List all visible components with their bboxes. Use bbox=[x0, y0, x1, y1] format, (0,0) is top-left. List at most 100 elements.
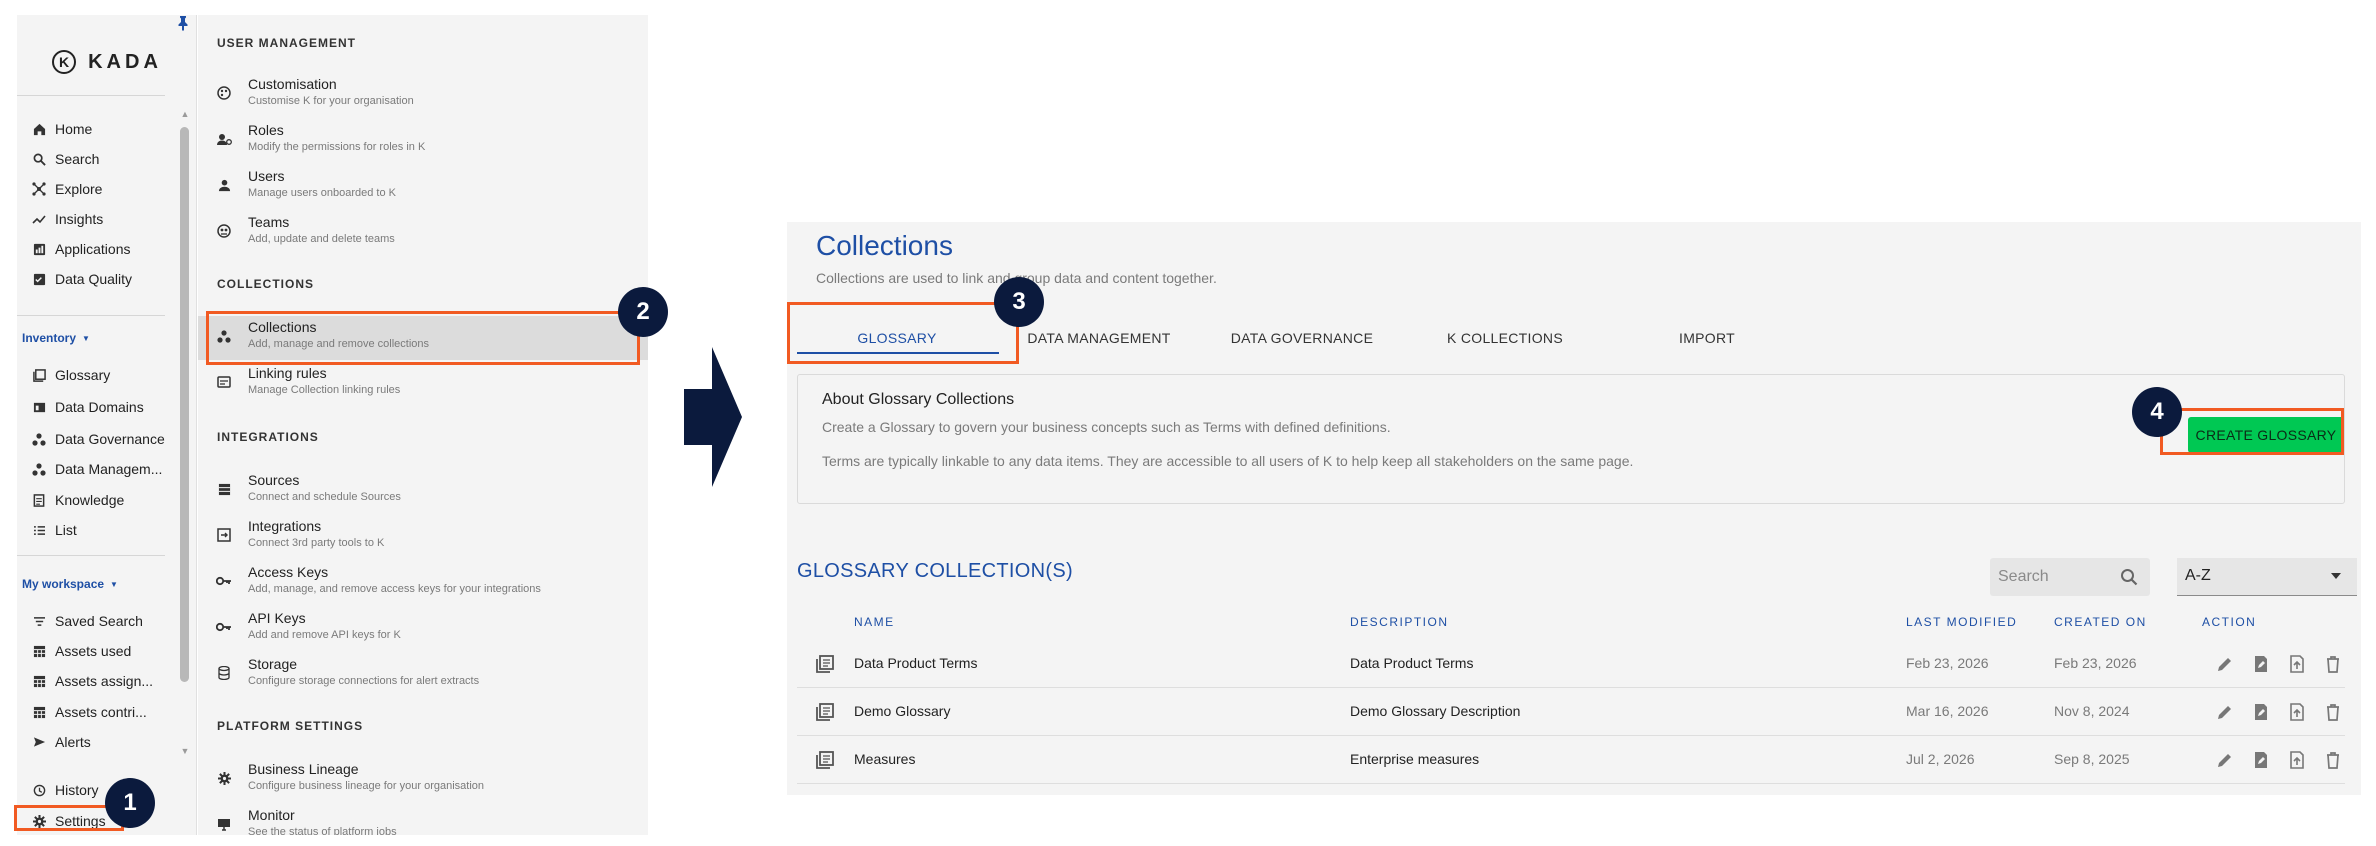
settings-item-linking-rules[interactable]: Linking rules Manage Collection linking … bbox=[198, 362, 648, 406]
nav-label: List bbox=[55, 522, 77, 538]
nav-item-explore[interactable]: Explore bbox=[31, 177, 102, 201]
delete-icon[interactable] bbox=[2323, 702, 2343, 722]
column-header-last-modified[interactable]: LAST MODIFIED bbox=[1906, 615, 2017, 629]
settings-item-subtitle: Connect and schedule Sources bbox=[248, 491, 401, 503]
nav-item-assets-used[interactable]: Assets used bbox=[31, 639, 131, 663]
settings-item-monitor[interactable]: Monitor See the status of platform jobs bbox=[198, 804, 648, 835]
delete-icon[interactable] bbox=[2323, 750, 2343, 770]
main-nav: K KADA Home Search Explore Insights Appl… bbox=[17, 15, 197, 835]
row-created-on: Feb 23, 2026 bbox=[2054, 655, 2137, 671]
nav-item-home[interactable]: Home bbox=[31, 117, 92, 141]
highlight-glossary-tab bbox=[787, 302, 1019, 364]
nav-group-my-workspace[interactable]: My workspace ▼ bbox=[22, 577, 118, 591]
nav-item-alerts[interactable]: Alerts bbox=[31, 730, 91, 754]
nav-item-data-domains[interactable]: Data Domains bbox=[31, 395, 144, 419]
alerts-icon bbox=[31, 734, 47, 750]
nav-item-glossary[interactable]: Glossary bbox=[31, 363, 110, 387]
tab-data-governance[interactable]: DATA GOVERNANCE bbox=[1202, 318, 1402, 358]
kada-logo[interactable]: K KADA bbox=[17, 37, 197, 87]
edit-icon[interactable] bbox=[2215, 702, 2235, 722]
upload-file-icon[interactable] bbox=[2287, 702, 2307, 722]
caret-down-icon: ▼ bbox=[82, 333, 90, 343]
nav-item-knowledge[interactable]: Knowledge bbox=[31, 488, 124, 512]
column-header-action: ACTION bbox=[2202, 615, 2257, 629]
nav-item-list[interactable]: List bbox=[31, 518, 77, 542]
glossary-icon bbox=[816, 655, 834, 673]
settings-item-title: Sources bbox=[248, 472, 300, 488]
nav-item-search[interactable]: Search bbox=[31, 147, 99, 171]
table-row[interactable]: Data Product Terms Data Product Terms Fe… bbox=[797, 640, 2345, 688]
history-icon bbox=[31, 782, 47, 798]
settings-item-title: Roles bbox=[248, 122, 284, 138]
row-name: Demo Glossary bbox=[854, 703, 951, 719]
upload-file-icon[interactable] bbox=[2287, 750, 2307, 770]
assets-used-icon bbox=[31, 643, 47, 659]
tab-k-collections[interactable]: K COLLECTIONS bbox=[1405, 318, 1605, 358]
sort-select[interactable]: A-Z bbox=[2177, 558, 2357, 596]
tab-import[interactable]: IMPORT bbox=[1607, 318, 1807, 358]
row-name: Measures bbox=[854, 751, 916, 767]
edit-document-icon[interactable] bbox=[2251, 702, 2271, 722]
edit-document-icon[interactable] bbox=[2251, 750, 2271, 770]
column-header-created-on[interactable]: CREATED ON bbox=[2054, 615, 2147, 629]
glossary-icon bbox=[31, 367, 47, 383]
database-icon bbox=[216, 665, 232, 681]
search-icon[interactable] bbox=[2120, 568, 2138, 586]
edit-icon[interactable] bbox=[2215, 654, 2235, 674]
settings-item-users[interactable]: Users Manage users onboarded to K bbox=[198, 165, 648, 209]
row-last-modified: Mar 16, 2026 bbox=[1906, 703, 1989, 719]
nav-label: Data Domains bbox=[55, 399, 144, 415]
nav-divider bbox=[17, 95, 165, 96]
gear-icon bbox=[216, 770, 232, 786]
list-icon bbox=[31, 522, 47, 538]
table-row[interactable]: Measures Enterprise measures Jul 2, 2026… bbox=[797, 736, 2345, 784]
scroll-up-arrow[interactable]: ▲ bbox=[179, 109, 191, 119]
nav-label: Home bbox=[55, 121, 93, 137]
table-row[interactable]: Demo Glossary Demo Glossary Description … bbox=[797, 688, 2345, 736]
column-header-description[interactable]: DESCRIPTION bbox=[1350, 615, 1449, 629]
upload-file-icon[interactable] bbox=[2287, 654, 2307, 674]
pin-icon[interactable] bbox=[177, 15, 189, 31]
nav-label: Search bbox=[55, 151, 100, 167]
nav-item-history[interactable]: History bbox=[31, 778, 99, 802]
nav-item-data-quality[interactable]: Data Quality bbox=[31, 267, 132, 291]
settings-item-subtitle: Add and remove API keys for K bbox=[248, 629, 401, 641]
settings-item-subtitle: Connect 3rd party tools to K bbox=[248, 537, 385, 549]
settings-item-title: Monitor bbox=[248, 807, 295, 823]
nav-item-data-management[interactable]: Data Managem... bbox=[31, 457, 162, 481]
nav-label: Glossary bbox=[55, 367, 111, 383]
nav-item-data-governance[interactable]: Data Governance bbox=[31, 427, 165, 451]
edit-document-icon[interactable] bbox=[2251, 654, 2271, 674]
section-heading: COLLECTIONS bbox=[217, 277, 314, 291]
nav-item-applications[interactable]: Applications bbox=[31, 237, 131, 261]
settings-item-business-lineage[interactable]: Business Lineage Configure business line… bbox=[198, 758, 648, 802]
nav-item-saved-search[interactable]: Saved Search bbox=[31, 609, 143, 633]
nav-group-inventory[interactable]: Inventory ▼ bbox=[22, 331, 90, 345]
settings-item-sources[interactable]: Sources Connect and schedule Sources bbox=[198, 469, 648, 513]
settings-item-access-keys[interactable]: Access Keys Add, manage, and remove acce… bbox=[198, 561, 648, 605]
settings-item-integrations[interactable]: Integrations Connect 3rd party tools to … bbox=[198, 515, 648, 559]
section-heading: USER MANAGEMENT bbox=[217, 36, 357, 50]
settings-item-customisation[interactable]: Customisation Customise K for your organ… bbox=[198, 73, 648, 117]
settings-item-api-keys[interactable]: API Keys Add and remove API keys for K bbox=[198, 607, 648, 651]
flow-arrow-icon bbox=[684, 347, 742, 487]
settings-item-storage[interactable]: Storage Configure storage connections fo… bbox=[198, 653, 648, 697]
delete-icon[interactable] bbox=[2323, 654, 2343, 674]
nav-label: Assets used bbox=[55, 643, 132, 659]
scroll-down-arrow[interactable]: ▼ bbox=[179, 746, 191, 756]
row-created-on: Nov 8, 2024 bbox=[2054, 703, 2130, 719]
nav-label: Data Governance bbox=[55, 431, 165, 447]
data-quality-icon bbox=[31, 271, 47, 287]
edit-icon[interactable] bbox=[2215, 750, 2235, 770]
nav-label: Saved Search bbox=[55, 613, 143, 629]
nav-item-assets-assigned[interactable]: Assets assign... bbox=[31, 669, 153, 693]
settings-item-roles[interactable]: Roles Modify the permissions for roles i… bbox=[198, 119, 648, 163]
integrations-icon bbox=[216, 527, 232, 543]
settings-item-teams[interactable]: Teams Add, update and delete teams bbox=[198, 211, 648, 255]
column-header-name[interactable]: NAME bbox=[854, 615, 895, 629]
nav-item-insights[interactable]: Insights bbox=[31, 207, 103, 231]
settings-item-subtitle: See the status of platform jobs bbox=[248, 826, 397, 835]
nav-item-assets-contributed[interactable]: Assets contri... bbox=[31, 700, 147, 724]
nav-scrollbar-thumb[interactable] bbox=[180, 127, 189, 682]
explore-icon bbox=[31, 181, 47, 197]
